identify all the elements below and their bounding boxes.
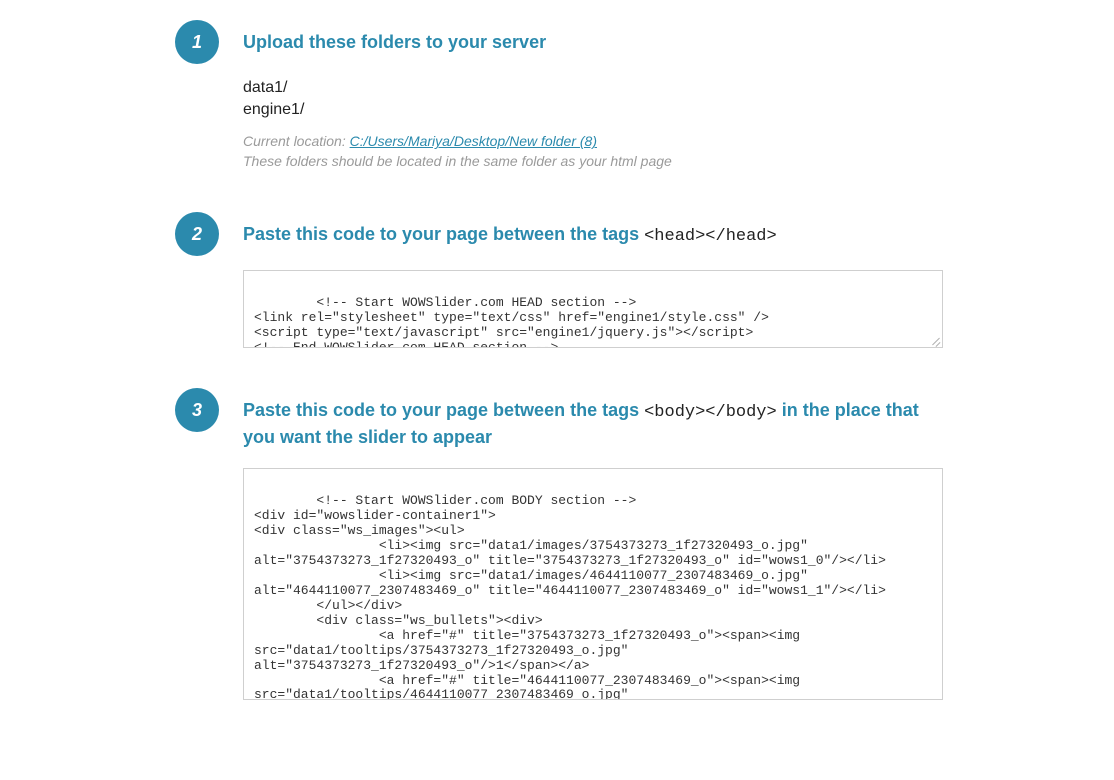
- step-2-heading-tags: <head></head>: [644, 227, 777, 246]
- step-2-number: 2: [192, 225, 202, 243]
- step-1-badge: 1: [175, 20, 219, 64]
- step-2-badge: 2: [175, 212, 219, 256]
- step-3-content: Paste this code to your page between the…: [243, 388, 943, 700]
- step-1-content: Upload these folders to your server data…: [243, 20, 943, 172]
- step-3-heading-text-a: Paste this code to your page between the…: [243, 400, 644, 420]
- step-1-heading: Upload these folders to your server: [243, 20, 943, 55]
- step-1-folder-list: data1/ engine1/: [243, 77, 943, 120]
- step-1-hint: Current location: C:/Users/Mariya/Deskto…: [243, 132, 943, 171]
- step-2-code: <!-- Start WOWSlider.com HEAD section --…: [254, 295, 769, 348]
- resize-handle-icon: [929, 334, 941, 346]
- step-2-content: Paste this code to your page between the…: [243, 212, 943, 349]
- step-1-number: 1: [192, 33, 202, 51]
- step-2-code-box[interactable]: <!-- Start WOWSlider.com HEAD section --…: [243, 270, 943, 348]
- step-1-location-link[interactable]: C:/Users/Mariya/Desktop/New folder (8): [350, 133, 597, 149]
- step-1-hint-prefix: Current location:: [243, 133, 350, 149]
- step-1-hint-line2: These folders should be located in the s…: [243, 153, 672, 169]
- instructions-container: 1 Upload these folders to your server da…: [0, 0, 1114, 780]
- step-2: 2 Paste this code to your page between t…: [0, 212, 1114, 349]
- step-3-badge: 3: [175, 388, 219, 432]
- step-1: 1 Upload these folders to your server da…: [0, 20, 1114, 172]
- step-3-number: 3: [192, 401, 202, 419]
- step-3-heading-tags: <body></body>: [644, 403, 777, 422]
- step-3-code-box[interactable]: <!-- Start WOWSlider.com BODY section --…: [243, 468, 943, 700]
- step-2-heading-text: Paste this code to your page between the…: [243, 224, 644, 244]
- step-3-heading: Paste this code to your page between the…: [243, 388, 943, 450]
- step-3: 3 Paste this code to your page between t…: [0, 388, 1114, 700]
- step-3-code: <!-- Start WOWSlider.com BODY section --…: [254, 493, 886, 700]
- step-2-heading: Paste this code to your page between the…: [243, 212, 943, 249]
